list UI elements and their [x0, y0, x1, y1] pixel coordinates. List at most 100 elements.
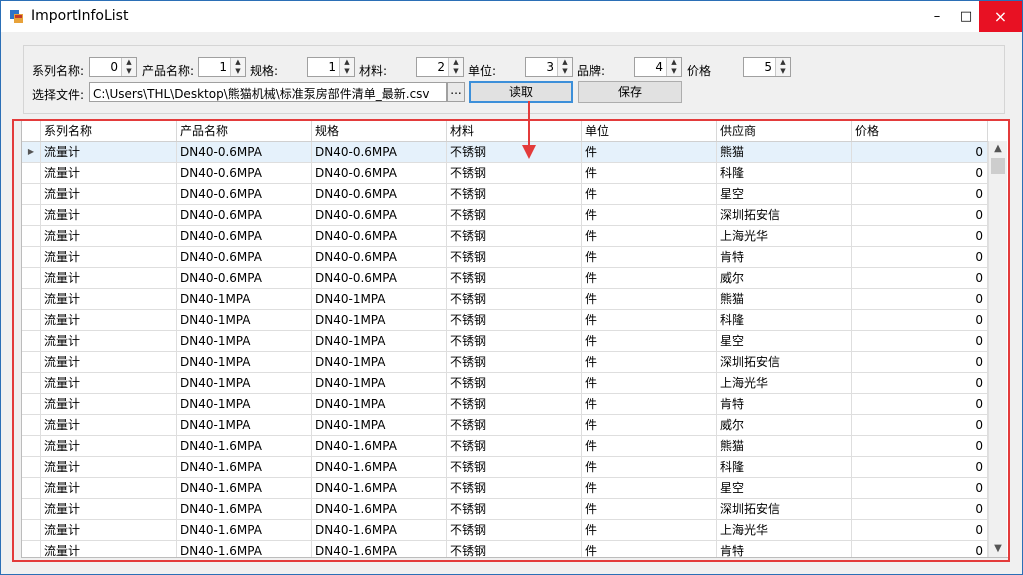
product-name-column-spinner[interactable]: 1 ▲ ▼: [198, 57, 246, 77]
cell-unit[interactable]: 件: [582, 331, 717, 352]
save-button[interactable]: 保存: [578, 81, 682, 103]
cell-unit[interactable]: 件: [582, 541, 717, 557]
cell-supplier[interactable]: 威尔: [717, 268, 852, 289]
cell-product-name[interactable]: DN40-0.6MPA: [177, 226, 312, 247]
spinner-arrows-icon[interactable]: ▲ ▼: [557, 58, 572, 76]
cell-supplier[interactable]: 肯特: [717, 247, 852, 268]
table-row[interactable]: 流量计 DN40-1.6MPA DN40-1.6MPA 不锈钢件科隆 0: [22, 457, 988, 478]
cell-supplier[interactable]: 深圳拓安信: [717, 352, 852, 373]
cell-supplier[interactable]: 熊猫: [717, 289, 852, 310]
cell-supplier[interactable]: 熊猫: [717, 436, 852, 457]
scroll-down-icon[interactable]: ▼: [989, 541, 1007, 557]
row-header[interactable]: [22, 394, 41, 415]
cell-unit[interactable]: 件: [582, 520, 717, 541]
cell-spec[interactable]: DN40-0.6MPA: [312, 226, 447, 247]
cell-series-name[interactable]: 流量计: [41, 184, 177, 205]
cell-unit[interactable]: 件: [582, 457, 717, 478]
row-header[interactable]: [22, 478, 41, 499]
cell-product-name[interactable]: DN40-0.6MPA: [177, 163, 312, 184]
grid-corner-header[interactable]: [22, 121, 41, 141]
row-header[interactable]: [22, 268, 41, 289]
row-header[interactable]: [22, 436, 41, 457]
cell-product-name[interactable]: DN40-0.6MPA: [177, 142, 312, 163]
cell-price[interactable]: 0: [852, 499, 988, 520]
cell-supplier[interactable]: 威尔: [717, 415, 852, 436]
unit-column-spinner[interactable]: 3 ▲ ▼: [525, 57, 573, 77]
cell-price[interactable]: 0: [852, 352, 988, 373]
cell-material[interactable]: 不锈钢: [447, 478, 582, 499]
spinner-arrows-icon[interactable]: ▲ ▼: [666, 58, 681, 76]
cell-spec[interactable]: DN40-1MPA: [312, 331, 447, 352]
cell-product-name[interactable]: DN40-1.6MPA: [177, 520, 312, 541]
table-row[interactable]: 流量计 DN40-1MPA DN40-1MPA 不锈钢件熊猫 0: [22, 289, 988, 310]
cell-series-name[interactable]: 流量计: [41, 163, 177, 184]
spinner-arrows-icon[interactable]: ▲ ▼: [230, 58, 245, 76]
cell-price[interactable]: 0: [852, 478, 988, 499]
row-header[interactable]: [22, 331, 41, 352]
cell-supplier[interactable]: 科隆: [717, 163, 852, 184]
cell-price[interactable]: 0: [852, 415, 988, 436]
cell-supplier[interactable]: 上海光华: [717, 520, 852, 541]
table-row[interactable]: 流量计 DN40-1MPA DN40-1MPA 不锈钢件科隆 0: [22, 310, 988, 331]
cell-material[interactable]: 不锈钢: [447, 373, 582, 394]
cell-spec[interactable]: DN40-0.6MPA: [312, 268, 447, 289]
row-header[interactable]: [22, 352, 41, 373]
cell-product-name[interactable]: DN40-1.6MPA: [177, 457, 312, 478]
cell-product-name[interactable]: DN40-1MPA: [177, 373, 312, 394]
data-grid[interactable]: 系列名称 产品名称 规格 材料 单位 供应商 价格 ▶ 流量计 DN40-0.6MP…: [21, 120, 1009, 558]
cell-product-name[interactable]: DN40-1MPA: [177, 394, 312, 415]
cell-unit[interactable]: 件: [582, 142, 717, 163]
cell-material[interactable]: 不锈钢: [447, 499, 582, 520]
row-header[interactable]: [22, 310, 41, 331]
cell-price[interactable]: 0: [852, 394, 988, 415]
cell-spec[interactable]: DN40-1MPA: [312, 373, 447, 394]
column-header-price[interactable]: 价格: [852, 121, 988, 141]
cell-supplier[interactable]: 科隆: [717, 310, 852, 331]
cell-spec[interactable]: DN40-0.6MPA: [312, 142, 447, 163]
cell-supplier[interactable]: 上海光华: [717, 226, 852, 247]
cell-material[interactable]: 不锈钢: [447, 415, 582, 436]
column-header-product-name[interactable]: 产品名称: [177, 121, 312, 141]
cell-price[interactable]: 0: [852, 289, 988, 310]
cell-supplier[interactable]: 深圳拓安信: [717, 205, 852, 226]
cell-series-name[interactable]: 流量计: [41, 436, 177, 457]
cell-unit[interactable]: 件: [582, 373, 717, 394]
row-header[interactable]: [22, 247, 41, 268]
cell-unit[interactable]: 件: [582, 394, 717, 415]
column-header-spec[interactable]: 规格: [312, 121, 447, 141]
spinner-arrows-icon[interactable]: ▲ ▼: [339, 58, 354, 76]
cell-supplier[interactable]: 星空: [717, 331, 852, 352]
row-header[interactable]: [22, 205, 41, 226]
cell-series-name[interactable]: 流量计: [41, 352, 177, 373]
cell-series-name[interactable]: 流量计: [41, 478, 177, 499]
column-header-series-name[interactable]: 系列名称: [41, 121, 177, 141]
cell-material[interactable]: 不锈钢: [447, 541, 582, 557]
table-row[interactable]: 流量计 DN40-1.6MPA DN40-1.6MPA 不锈钢件上海光华 0: [22, 520, 988, 541]
cell-series-name[interactable]: 流量计: [41, 310, 177, 331]
series-name-column-spinner[interactable]: 0 ▲ ▼: [89, 57, 137, 77]
cell-supplier[interactable]: 科隆: [717, 457, 852, 478]
cell-unit[interactable]: 件: [582, 163, 717, 184]
row-header[interactable]: [22, 289, 41, 310]
cell-series-name[interactable]: 流量计: [41, 541, 177, 557]
row-header[interactable]: [22, 163, 41, 184]
cell-product-name[interactable]: DN40-1MPA: [177, 415, 312, 436]
cell-supplier[interactable]: 星空: [717, 184, 852, 205]
close-button[interactable]: ×: [979, 1, 1022, 32]
scroll-up-icon[interactable]: ▲: [989, 141, 1007, 157]
read-button[interactable]: 读取: [469, 81, 573, 103]
cell-material[interactable]: 不锈钢: [447, 520, 582, 541]
cell-product-name[interactable]: DN40-1MPA: [177, 310, 312, 331]
cell-product-name[interactable]: DN40-1MPA: [177, 352, 312, 373]
cell-material[interactable]: 不锈钢: [447, 163, 582, 184]
cell-product-name[interactable]: DN40-1.6MPA: [177, 499, 312, 520]
cell-material[interactable]: 不锈钢: [447, 247, 582, 268]
cell-product-name[interactable]: DN40-1.6MPA: [177, 541, 312, 557]
minimize-button[interactable]: –: [922, 1, 952, 32]
cell-supplier[interactable]: 肯特: [717, 394, 852, 415]
table-row[interactable]: 流量计 DN40-1.6MPA DN40-1.6MPA 不锈钢件熊猫 0: [22, 436, 988, 457]
cell-unit[interactable]: 件: [582, 436, 717, 457]
cell-material[interactable]: 不锈钢: [447, 436, 582, 457]
cell-material[interactable]: 不锈钢: [447, 352, 582, 373]
row-header[interactable]: [22, 520, 41, 541]
